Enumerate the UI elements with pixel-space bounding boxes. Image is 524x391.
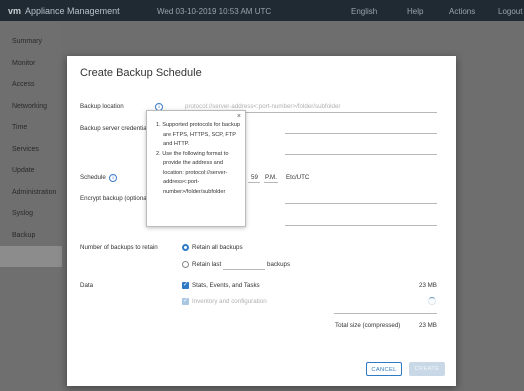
encrypt-confirm-field[interactable]: [285, 225, 437, 226]
retain-last-label: Retain last: [192, 261, 222, 268]
username-field[interactable]: [285, 133, 437, 134]
schedule-minute[interactable]: 59: [251, 174, 258, 181]
sidebar-item-monitor[interactable]: Monitor: [12, 60, 35, 67]
actions-menu[interactable]: Actions: [449, 7, 475, 16]
retain-all-label: Retain all backups: [192, 244, 243, 251]
create-button[interactable]: CREATE: [409, 362, 445, 376]
sidebar-item-syslog[interactable]: Syslog: [12, 210, 33, 217]
sidebar-active-highlight: [0, 246, 62, 267]
brand: vm Appliance Management: [8, 6, 120, 16]
dialog-title: Create Backup Schedule: [80, 67, 202, 79]
backup-location-label: Backup location: [80, 103, 124, 110]
encrypt-backup-label: Encrypt backup (optional): [80, 195, 151, 202]
schedule-timezone: Etc/UTC: [286, 174, 310, 181]
loading-spinner-icon: [428, 297, 436, 305]
sidebar-item-backup[interactable]: Backup: [12, 232, 35, 239]
inventory-config-checkbox: ✓: [182, 298, 189, 305]
info-icon[interactable]: i: [109, 174, 117, 182]
backup-location-tooltip: × 1. Supported protocols for backup are …: [146, 110, 246, 227]
tooltip-item: 1. Supported protocols for backup are FT…: [156, 122, 240, 147]
sidebar-item-administration[interactable]: Administration: [12, 189, 56, 196]
data-total-divider: [334, 313, 437, 314]
backup-location-input[interactable]: protocol://server-address<:port-number>/…: [185, 103, 340, 110]
total-size-value: 23 MB: [419, 322, 437, 329]
sidebar-item-access[interactable]: Access: [12, 81, 35, 88]
data-label: Data: [80, 282, 94, 289]
sidebar-item-time[interactable]: Time: [12, 124, 27, 131]
schedule-minute-underline: [248, 182, 260, 183]
retain-all-radio[interactable]: [182, 244, 189, 251]
sidebar-item-summary[interactable]: Summary: [12, 38, 42, 45]
sidebar-item-update[interactable]: Update: [12, 167, 35, 174]
inventory-config-label: Inventory and configuration: [192, 298, 267, 305]
current-time: Wed 03-10-2019 10:53 AM UTC: [157, 7, 272, 16]
retain-last-suffix: backups: [267, 261, 291, 268]
retain-last-radio[interactable]: [182, 261, 189, 268]
total-size-label: Total size (compressed): [335, 322, 401, 329]
language-menu[interactable]: English: [351, 7, 377, 16]
stats-events-label: Stats, Events, and Tasks: [192, 282, 260, 289]
help-menu[interactable]: Help: [407, 7, 423, 16]
password-field[interactable]: [285, 154, 437, 155]
sidebar: Summary Monitor Access Networking Time S…: [0, 21, 62, 391]
tooltip-list: 1. Supported protocols for backup are FT…: [156, 121, 242, 197]
retain-count-input[interactable]: [223, 269, 265, 270]
schedule-ampm[interactable]: P.M.: [265, 174, 277, 181]
top-bar: vm Appliance Management Wed 03-10-2019 1…: [0, 0, 524, 21]
stats-events-checkbox[interactable]: ✓: [182, 282, 189, 289]
server-credentials-label: Backup server credentials: [80, 125, 152, 132]
create-backup-schedule-dialog: Create Backup Schedule Backup location i…: [67, 56, 456, 386]
schedule-ampm-underline: [264, 182, 278, 183]
cancel-button[interactable]: CANCEL: [366, 362, 402, 376]
retain-label: Number of backups to retain: [80, 244, 158, 251]
logout-menu[interactable]: Logout: [498, 7, 522, 16]
sidebar-item-networking[interactable]: Networking: [12, 103, 47, 110]
sidebar-item-services[interactable]: Services: [12, 146, 39, 153]
vmware-logo: vm: [8, 6, 22, 16]
tooltip-item: 2. Use the following format to provide t…: [156, 150, 229, 195]
app-title: Appliance Management: [25, 6, 120, 16]
encrypt-password-field[interactable]: [285, 203, 437, 204]
schedule-label: Schedule: [80, 174, 106, 181]
close-icon[interactable]: ×: [237, 113, 241, 120]
stats-events-size: 23 MB: [419, 282, 437, 289]
